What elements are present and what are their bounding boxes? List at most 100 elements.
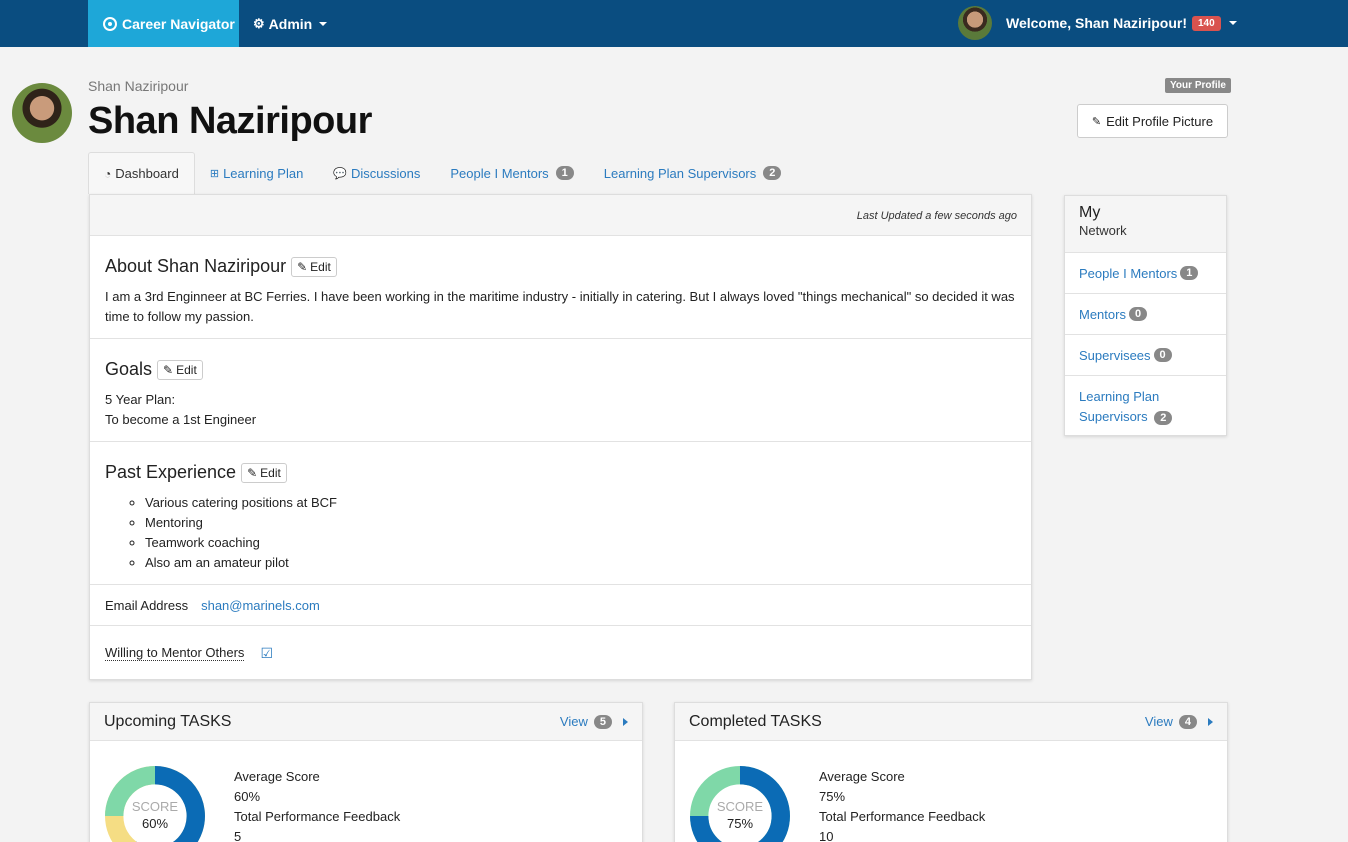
network-item-label: People I Mentors <box>1079 265 1178 281</box>
experience-list: Various catering positions at BCF Mentor… <box>105 493 1016 573</box>
network-item-label: Supervisees <box>1079 347 1151 363</box>
experience-section: Past Experience ✎Edit Various catering p… <box>90 442 1031 585</box>
feedback-value: 5 <box>234 829 242 842</box>
network-item-learning-plan-supervisors[interactable]: Learning Plan Supervisors 2 <box>1065 376 1226 428</box>
pencil-icon: ✎ <box>1091 115 1102 128</box>
view-completed-link[interactable]: View 4 <box>1145 714 1213 729</box>
tab-label: Dashboard <box>115 166 179 181</box>
completed-tasks-card: Completed TASKS View 4 SCORE 75% Average… <box>674 702 1228 842</box>
brand-label: Career Navigator <box>122 15 235 32</box>
comments-icon: 💬 <box>333 167 348 180</box>
network-item-label: Learning Plan <box>1079 389 1160 404</box>
profile-avatar <box>12 83 72 143</box>
user-menu[interactable]: Welcome, Shan Naziripour! 140 <box>958 5 1237 41</box>
network-item-mentors[interactable]: Mentors 0 <box>1065 294 1226 335</box>
list-item: Teamwork coaching <box>145 533 1016 553</box>
tab-people-i-mentors[interactable]: People I Mentors 1 <box>435 152 588 194</box>
tab-learning-plan-supervisors[interactable]: Learning Plan Supervisors 2 <box>589 152 797 194</box>
network-title: My <box>1079 204 1101 221</box>
list-item: Various catering positions at BCF <box>145 493 1016 513</box>
upcoming-tasks-card: Upcoming TASKS View 5 SCORE 60% Average … <box>89 702 643 842</box>
count-badge: 4 <box>1178 714 1197 729</box>
edit-goals-button[interactable]: ✎ Edit <box>157 359 203 380</box>
count-badge: 1 <box>1180 266 1199 280</box>
donut-label: SCORE 60% <box>104 798 206 832</box>
email-link[interactable]: shan@marinels.com <box>201 598 320 613</box>
edit-profile-picture-button[interactable]: ✎ Edit Profile Picture <box>1077 104 1228 138</box>
page-title: Shan Naziripour <box>88 100 372 142</box>
score-value: 75% <box>726 816 754 831</box>
tab-label: Discussions <box>351 165 421 181</box>
email-row: Email Address shan@marinels.com <box>90 585 1031 626</box>
tab-discussions[interactable]: 💬 Discussions <box>318 152 435 194</box>
count-badge: 0 <box>1153 348 1172 362</box>
count-badge: 2 <box>763 166 782 180</box>
view-label: View <box>1144 714 1173 729</box>
about-section: About Shan Naziripour ✎ Edit I am a 3rd E… <box>90 236 1031 339</box>
edit-label: Edit <box>176 362 197 377</box>
list-item: Mentoring <box>145 513 1016 533</box>
compass-icon <box>103 16 117 31</box>
avg-score-label: Average Score <box>234 769 320 784</box>
mentor-row: Willing to Mentor Others ☑ <box>90 626 1031 680</box>
view-upcoming-link[interactable]: View 5 <box>560 714 628 729</box>
edit-about-button[interactable]: ✎ Edit <box>291 256 337 277</box>
edit-picture-label: Edit Profile Picture <box>1106 113 1214 129</box>
edit-experience-button[interactable]: ✎ Edit <box>241 462 287 483</box>
network-item-label: Mentors <box>1079 306 1126 322</box>
goals-line: 5 Year Plan: <box>105 392 176 407</box>
career-navigator-brand[interactable]: Career Navigator <box>88 0 239 47</box>
admin-label: Admin <box>268 15 313 32</box>
welcome-text: Welcome, Shan Naziripour! <box>1006 15 1187 31</box>
avg-score-label: Average Score <box>819 769 905 784</box>
dashboard-panel: Last Updated a few seconds ago About Sha… <box>89 194 1032 680</box>
feedback-value: 10 <box>819 829 834 842</box>
avg-score-value: 60% <box>234 789 261 804</box>
card-title: Completed TASKS <box>689 712 822 730</box>
score-label: SCORE <box>716 799 764 814</box>
tab-dashboard[interactable]: ◔ Dashboard <box>88 152 195 194</box>
last-updated: Last Updated a few seconds ago <box>90 195 1031 236</box>
network-item-supervisees[interactable]: Supervisees 0 <box>1065 335 1226 376</box>
dashboard-icon: ◔ <box>104 166 112 181</box>
mentor-label: Willing to Mentor Others <box>105 645 245 661</box>
count-badge: 1 <box>555 166 574 180</box>
view-label: View <box>559 714 588 729</box>
profile-tabs: ◔ Dashboard ⊞ Learning Plan 💬 Discussion… <box>88 152 796 194</box>
feedback-label: Total Performance Feedback <box>234 809 401 824</box>
tab-learning-plan[interactable]: ⊞ Learning Plan <box>195 152 318 194</box>
checkbox-checked-icon[interactable]: ☑ <box>260 645 273 662</box>
network-item-label: Supervisors <box>1079 409 1148 424</box>
tab-label: People I Mentors <box>450 165 549 181</box>
count-badge: 0 <box>1128 307 1148 321</box>
goals-title: Goals <box>105 359 153 379</box>
score-value: 60% <box>141 816 169 831</box>
feedback-label: Total Performance Feedback <box>819 809 986 824</box>
sitemap-icon: ⊞ <box>209 167 220 180</box>
score-label: SCORE <box>131 799 179 814</box>
pencil-icon: ✎ <box>163 362 174 377</box>
donut-label: SCORE 75% <box>689 798 791 832</box>
pencil-icon: ✎ <box>247 465 258 480</box>
email-label: Email Address <box>105 597 189 613</box>
card-title: Upcoming TASKS <box>104 712 232 730</box>
network-subtitle: Network <box>1079 223 1127 238</box>
caret-down-icon <box>319 21 328 26</box>
task-stats: Average Score 75% Total Performance Feed… <box>819 767 985 842</box>
count-badge: 2 <box>1154 411 1173 425</box>
tab-label: Learning Plan Supervisors <box>603 165 757 181</box>
tab-label: Learning Plan <box>223 165 304 181</box>
network-item-people-i-mentors[interactable]: People I Mentors 1 <box>1065 253 1226 294</box>
user-avatar <box>958 6 992 40</box>
caret-right-icon <box>623 717 628 726</box>
edit-label: Edit <box>310 259 331 274</box>
cogs-icon: ⚙ <box>253 15 265 31</box>
admin-menu[interactable]: ⚙ Admin <box>253 0 328 47</box>
caret-down-icon <box>1228 21 1237 25</box>
my-network-panel: My Network People I Mentors 1 Mentors 0 … <box>1064 195 1227 436</box>
profile-subname: Shan Naziripour <box>88 78 189 94</box>
count-badge: 5 <box>593 714 612 729</box>
caret-right-icon <box>1208 717 1213 726</box>
goals-section: Goals ✎ Edit 5 Year Plan: To become a 1st… <box>90 339 1031 442</box>
experience-title: Past Experience <box>105 462 237 482</box>
